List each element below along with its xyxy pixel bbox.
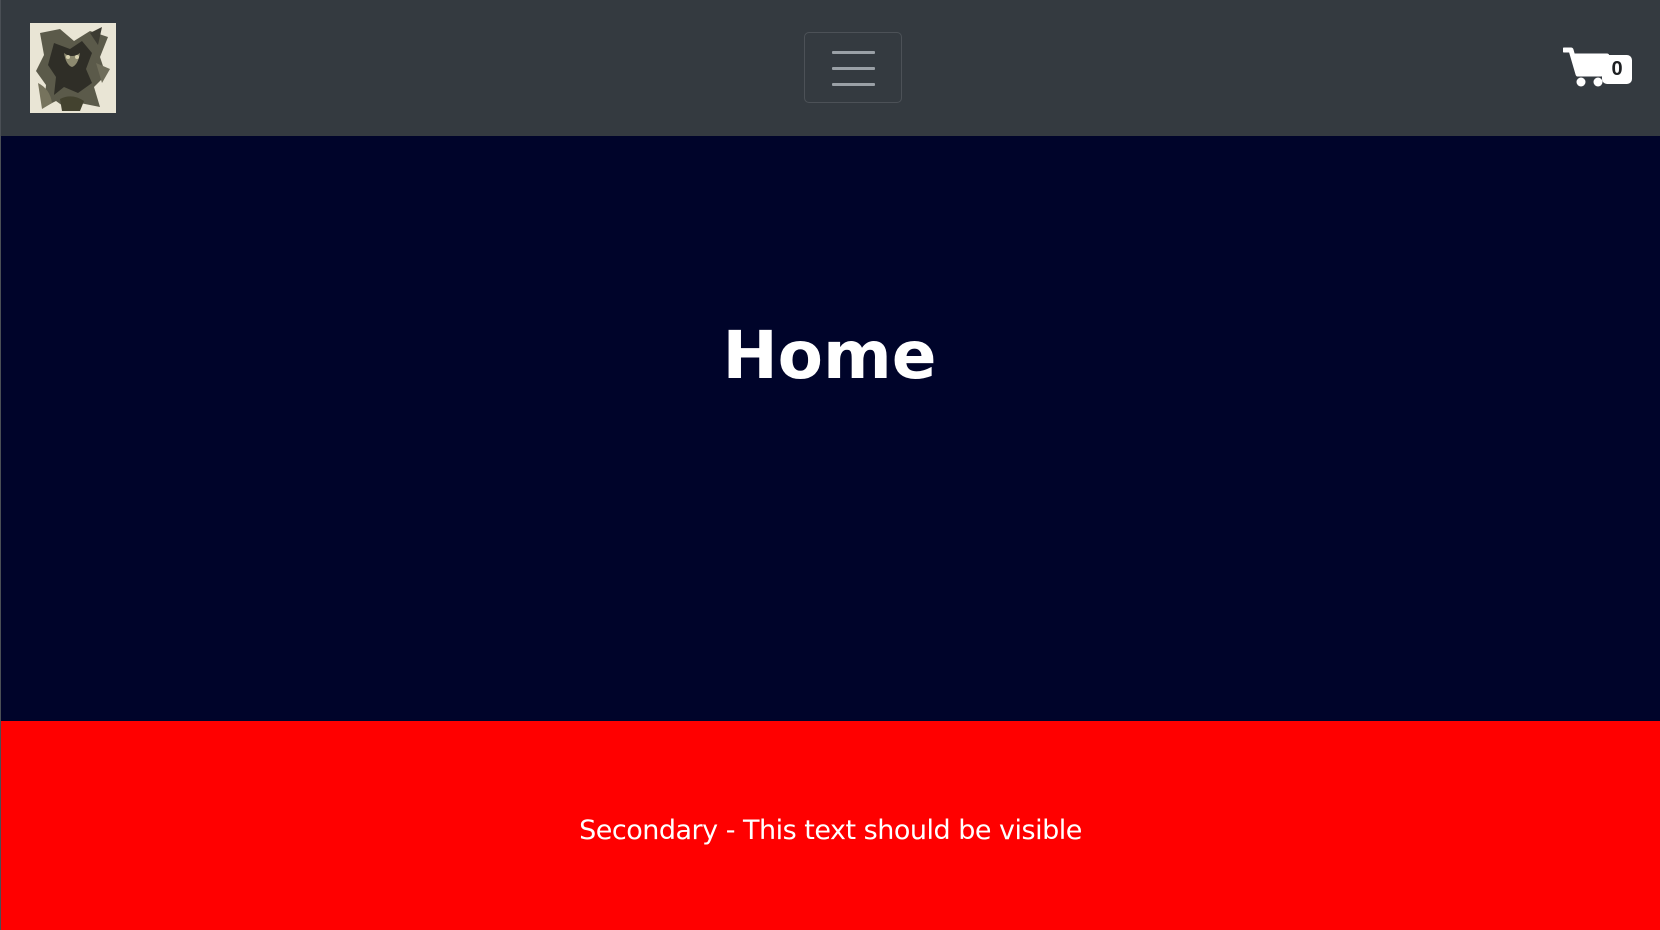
cart-button[interactable]: 0 [1563,44,1639,94]
page-title: Home [722,317,937,394]
navbar-toggle-button[interactable] [804,32,902,103]
secondary-text: Secondary - This text should be visible [579,815,1082,846]
secondary-section: Secondary - This text should be visible [1,721,1660,930]
gargoyle-logo-icon [30,23,116,113]
hamburger-line-middle [832,67,875,70]
brand-logo[interactable] [30,23,116,113]
cart-count-badge: 0 [1602,55,1632,84]
hamburger-line-bottom [832,83,875,86]
hero-section: Home [1,136,1660,721]
page: 0 Home Secondary - This text should be v… [0,0,1660,930]
hamburger-line-top [832,51,875,54]
navbar: 0 [1,0,1660,136]
